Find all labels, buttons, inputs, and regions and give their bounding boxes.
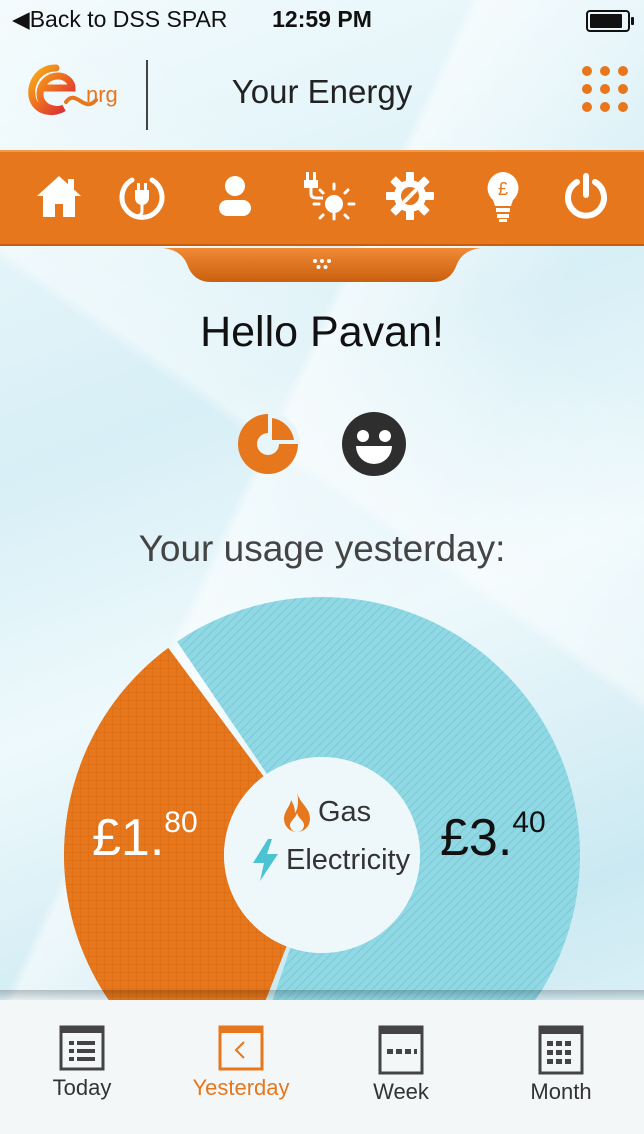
nav-home[interactable] [31, 168, 87, 224]
user-icon [219, 176, 251, 216]
dot-icon [600, 102, 610, 112]
dot-icon [600, 84, 610, 94]
tab-today[interactable]: Today [12, 1025, 152, 1101]
power-icon [565, 173, 607, 219]
tab-month[interactable]: Month [491, 1025, 631, 1105]
yesterday-back-icon [218, 1025, 264, 1071]
gas-cost-main: £1. [92, 809, 165, 867]
gas-cost-label: £1.80 [92, 806, 198, 868]
today-list-icon [59, 1025, 105, 1071]
tab-week-label: Week [373, 1079, 429, 1104]
lightbulb-pound-icon: £ [487, 172, 519, 222]
nav-pulldown-handle[interactable] [163, 248, 481, 284]
tab-yesterday-label: Yesterday [192, 1075, 290, 1100]
legend-gas-label: Gas [318, 795, 372, 828]
usage-title: Your usage yesterday: [138, 528, 506, 569]
legend-gas: Gas [250, 788, 430, 836]
svg-text:£: £ [498, 179, 508, 199]
electricity-cost-main: £3. [440, 809, 513, 867]
dot-icon [618, 102, 628, 112]
dot-icon [582, 84, 592, 94]
main-nav: £ [0, 150, 644, 246]
week-calendar-icon [378, 1025, 424, 1075]
nav-user[interactable] [207, 168, 263, 224]
dot-icon [582, 66, 592, 76]
pie-chart-icon [238, 412, 300, 474]
legend-electricity: Electricity [250, 836, 430, 884]
gas-cost-pence: 80 [164, 806, 198, 839]
period-tab-bar: Today Yesterday Week Month [0, 1000, 644, 1134]
settings-gear-icon [386, 172, 434, 220]
nav-power[interactable] [558, 168, 614, 224]
legend-electricity-label: Electricity [286, 843, 411, 876]
menu-grid-button[interactable] [582, 66, 630, 114]
month-calendar-icon [538, 1025, 584, 1075]
status-time: 12:59 PM [272, 6, 372, 32]
plug-icon [119, 177, 165, 220]
flame-icon [284, 792, 310, 832]
tab-month-label: Month [530, 1079, 592, 1104]
home-icon [37, 176, 81, 217]
electricity-cost-pence: 40 [512, 806, 546, 839]
tab-week[interactable]: Week [331, 1025, 471, 1105]
smiley-view-button[interactable] [342, 412, 406, 476]
electricity-cost-label: £3.40 [440, 806, 546, 868]
chart-view-button[interactable] [236, 412, 300, 476]
nav-savings[interactable]: £ [475, 168, 531, 224]
nav-solar[interactable] [300, 168, 356, 224]
smiley-face-icon [342, 412, 406, 476]
tab-today-label: Today [52, 1075, 112, 1100]
nav-plug[interactable] [114, 168, 170, 224]
chart-legend: Gas Electricity [250, 788, 430, 884]
battery-icon [586, 10, 634, 32]
status-bar: ◀Back to DSS SPAR 12:59 PM [0, 0, 644, 40]
lightning-bolt-icon [253, 839, 278, 881]
dot-icon [618, 84, 628, 94]
dot-icon [600, 66, 610, 76]
solar-plug-icon [304, 172, 356, 221]
page-title: Your Energy [231, 73, 413, 110]
app-header: nrg Your Energy [0, 48, 644, 148]
dot-icon [582, 102, 592, 112]
dot-icon [618, 66, 628, 76]
greeting: Hello Pavan! [200, 308, 444, 356]
tab-yesterday[interactable]: Yesterday [171, 1025, 311, 1101]
nav-settings[interactable] [382, 168, 438, 224]
